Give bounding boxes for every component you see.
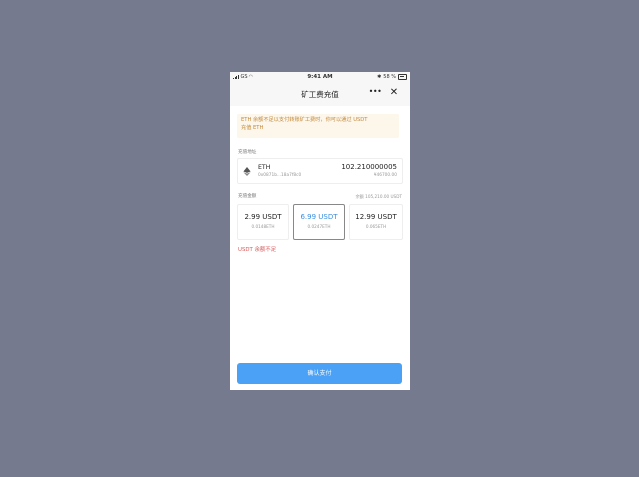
nav-bar: 矿工费充值 ••• ✕ — [230, 82, 410, 106]
amount-option-2[interactable]: 6.99 USDT 0.0247ETH — [293, 204, 345, 240]
notice-line-1: ETH 余额不足以支付转账矿工费时，你可以通过 USDT — [241, 117, 368, 123]
more-horizontal-icon[interactable]: ••• — [368, 88, 382, 98]
amount-options: 2.99 USDT 0.0148ETH 6.99 USDT 0.0247ETH … — [237, 204, 403, 240]
option-eth-amount: 0.0148ETH — [251, 224, 275, 229]
notice-line-2: 充值 ETH — [241, 125, 264, 131]
ethereum-icon — [243, 167, 251, 176]
usdt-balance-hint: 余额 105,210.00 USDT — [355, 194, 402, 199]
account-address: 0x0871b...18a7f8c0 — [258, 173, 302, 178]
phone-screen: GS ◠ 9:41 AM ✱ 58 % 矿工费充值 ••• ✕ ETH 余额不足… — [230, 72, 410, 390]
option-eth-amount: 0.0247ETH — [307, 224, 331, 229]
option-price: 12.99 USDT — [355, 213, 397, 221]
insufficient-usdt-error: USDT 余额不足 — [238, 247, 277, 253]
status-right: ✱ 58 % — [377, 74, 407, 80]
account-fiat-value: ¥46700.00 — [373, 173, 397, 178]
bluetooth-icon: ✱ — [377, 74, 382, 80]
recharge-amount-label: 充值金额 — [238, 194, 257, 199]
account-balance: 102.210000005 — [341, 163, 397, 171]
page-title: 矿工费充值 — [301, 90, 339, 99]
amount-option-3[interactable]: 12.99 USDT 0.065ETH — [349, 204, 403, 240]
battery-percent: 58 % — [383, 74, 396, 80]
option-price: 6.99 USDT — [300, 213, 338, 221]
account-token-name: ETH — [258, 164, 271, 171]
status-bar: GS ◠ 9:41 AM ✱ 58 % — [230, 72, 410, 82]
recharge-account-card[interactable]: ETH 0x0871b...18a7f8c0 102.210000005 ¥46… — [237, 158, 403, 184]
close-icon[interactable]: ✕ — [388, 87, 400, 99]
amount-option-1[interactable]: 2.99 USDT 0.0148ETH — [237, 204, 289, 240]
confirm-payment-button[interactable]: 确认支付 — [237, 363, 402, 384]
option-price: 2.99 USDT — [244, 213, 282, 221]
battery-icon — [398, 74, 407, 80]
recharge-address-label: 充值地址 — [238, 150, 257, 155]
option-eth-amount: 0.065ETH — [365, 224, 387, 229]
insufficient-eth-notice: ETH 余额不足以支付转账矿工费时，你可以通过 USDT 充值 ETH — [237, 114, 399, 138]
